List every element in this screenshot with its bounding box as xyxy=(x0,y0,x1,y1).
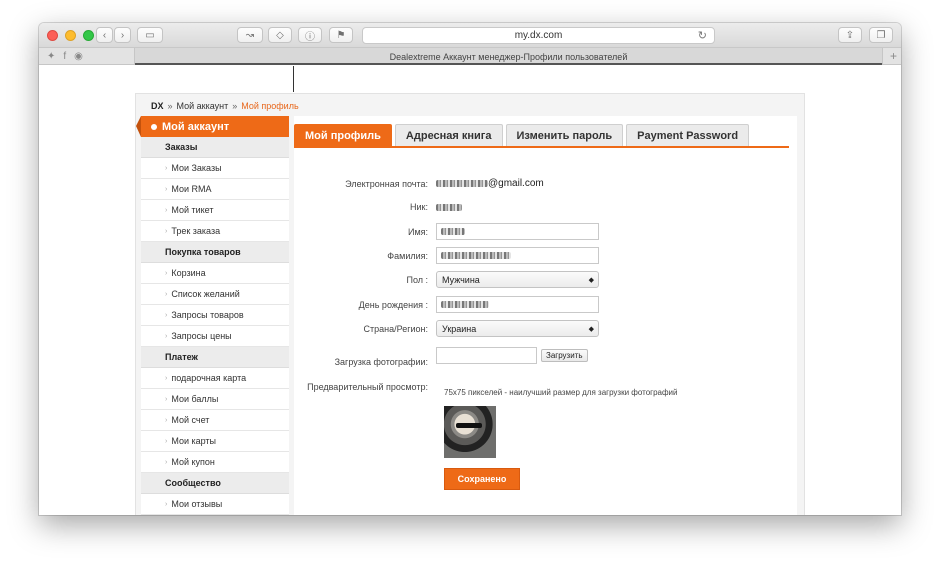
sidebar-item-reviews[interactable]: › Мои отзывы xyxy=(141,494,289,515)
pin-icon[interactable]: ⚑ xyxy=(329,27,353,43)
country-row: Страна/Регион: Украина ◆ xyxy=(294,320,599,337)
tabs-overview-icon[interactable]: ❐ xyxy=(869,27,893,43)
breadcrumb-current: Мой профиль xyxy=(241,101,299,111)
back-icon[interactable]: ‹ xyxy=(96,27,113,43)
account-sidebar: Мой аккаунт Заказы › Мои Заказы › Мои RMA … xyxy=(136,116,289,515)
sidebar-item-my-orders[interactable]: › Мои Заказы xyxy=(141,158,289,179)
sidebar-item-cards[interactable]: › Мои карты xyxy=(141,431,289,452)
nick-label: Ник: xyxy=(410,202,428,212)
upload-file-input[interactable] xyxy=(436,346,537,364)
name-row: Имя: xyxy=(294,223,599,240)
gender-row: Пол : Мужчина ◆ xyxy=(294,271,599,288)
preview-label: Предварительный просмотр: xyxy=(307,382,428,392)
sidebar-title: Мой аккаунт xyxy=(136,116,289,137)
reload-icon[interactable]: ↻ xyxy=(698,29,707,42)
save-button[interactable]: Сохранено xyxy=(444,468,520,490)
address-bar[interactable]: my.dx.com ↻ xyxy=(362,27,715,44)
tab-payment-password[interactable]: Payment Password xyxy=(626,124,750,146)
browser-tab[interactable]: Dealextreme Аккаунт менеджер-Профили пол… xyxy=(134,48,883,65)
tab-address-book[interactable]: Адресная книга xyxy=(394,124,503,146)
birthday-input[interactable] xyxy=(436,296,599,313)
sidebar-item-rma[interactable]: › Мои RMA xyxy=(141,179,289,200)
url-text: my.dx.com xyxy=(514,30,563,41)
upload-row: Загрузка фотографии: Загрузить xyxy=(294,343,588,367)
preview-row: Предварительный просмотр: xyxy=(294,382,436,392)
email-row: Электронная почта: @gmail.com xyxy=(294,178,544,189)
birthday-row: День рождения : xyxy=(294,296,599,313)
surname-label: Фамилия: xyxy=(387,250,428,261)
birthday-label: День рождения : xyxy=(358,299,428,310)
maximize-window-button[interactable] xyxy=(83,29,94,41)
info-icon[interactable]: ⓘ xyxy=(298,27,322,43)
email-label: Электронная почта: xyxy=(345,178,428,189)
shield-icon[interactable]: ◇ xyxy=(268,27,292,43)
avatar-preview xyxy=(444,406,496,458)
select-caret-icon: ◆ xyxy=(588,276,594,284)
gender-select[interactable]: Мужчина ◆ xyxy=(436,271,599,288)
breadcrumb-root[interactable]: DX xyxy=(151,101,164,111)
name-label: Имя: xyxy=(407,226,428,237)
upload-hint: 75x75 пикселей - наилучший размер для за… xyxy=(444,388,678,397)
new-tab-icon[interactable]: + xyxy=(890,49,897,63)
gender-label: Пол : xyxy=(406,274,428,285)
upload-label: Загрузка фотографии: xyxy=(334,357,428,367)
sidebar-item-price-requests[interactable]: › Запросы цены xyxy=(141,326,289,347)
sidebar-item-product-requests[interactable]: › Запросы товаров xyxy=(141,305,289,326)
favorites-bar: ✦ f ◉ Dealextreme Аккаунт менеджер-Профи… xyxy=(39,48,901,65)
upload-button[interactable]: Загрузить xyxy=(541,348,588,362)
surname-input[interactable] xyxy=(436,247,599,264)
sidebar-item-points[interactable]: › Мои баллы xyxy=(141,389,289,410)
country-label: Страна/Регион: xyxy=(363,323,428,334)
minimize-window-button[interactable] xyxy=(65,29,76,41)
page-content: DX» Мой аккаунт» Мой профиль Мой аккаунт З… xyxy=(39,66,901,515)
sidebar-group-shopping: Покупка товаров xyxy=(141,242,289,263)
nick-row: Ник: xyxy=(294,202,462,212)
tab-title: Dealextreme Аккаунт менеджер-Профили пол… xyxy=(389,51,628,62)
sidebar-group-orders: Заказы xyxy=(141,137,289,158)
browser-window: ‹ › ▭ ↝ ◇ ⓘ ⚑ my.dx.com ↻ ⇪ ❐ ✦ f ◉ Deal… xyxy=(39,23,901,515)
email-value: @gmail.com xyxy=(488,178,544,189)
sidebar-toggle-icon[interactable]: ▭ xyxy=(137,27,163,43)
sidebar-item-gift-card[interactable]: › подарочная карта xyxy=(141,368,289,389)
browser-toolbar: ‹ › ▭ ↝ ◇ ⓘ ⚑ my.dx.com ↻ ⇪ ❐ xyxy=(39,23,901,48)
sidebar-group-community: Сообщество xyxy=(141,473,289,494)
sidebar-item-wishlist[interactable]: › Список желаний xyxy=(141,284,289,305)
extension-icon[interactable]: ↝ xyxy=(237,27,263,43)
close-window-button[interactable] xyxy=(47,29,58,41)
surname-row: Фамилия: xyxy=(294,247,599,264)
account-page: DX» Мой аккаунт» Мой профиль Мой аккаунт З… xyxy=(135,93,805,515)
tab-change-password[interactable]: Изменить пароль xyxy=(505,124,624,146)
sidebar-item-ticket[interactable]: › Мой тикет xyxy=(141,200,289,221)
profile-tabs: Мой профиль Адресная книга Изменить паро… xyxy=(294,124,750,146)
sidebar-item-coupon[interactable]: › Мой купон xyxy=(141,452,289,473)
share-icon[interactable]: ⇪ xyxy=(838,27,862,43)
breadcrumb: DX» Мой аккаунт» Мой профиль xyxy=(151,101,299,111)
select-caret-icon: ◆ xyxy=(588,325,594,333)
breadcrumb-account[interactable]: Мой аккаунт xyxy=(177,101,229,111)
messenger-icon[interactable]: ◉ xyxy=(74,51,83,62)
window-controls xyxy=(47,29,94,41)
nick-redacted xyxy=(436,203,462,211)
sidebar-item-cart[interactable]: › Корзина xyxy=(141,263,289,284)
sidebar-item-account[interactable]: › Мой счет xyxy=(141,410,289,431)
facebook-icon[interactable]: f xyxy=(63,51,66,62)
tab-my-profile[interactable]: Мой профиль xyxy=(294,124,392,146)
email-redacted xyxy=(436,180,488,187)
tab-underline xyxy=(294,146,789,148)
sidebar-item-track-order[interactable]: › Трек заказа xyxy=(141,221,289,242)
sidebar-group-payment: Платеж xyxy=(141,347,289,368)
name-input[interactable] xyxy=(436,223,599,240)
divider xyxy=(293,66,294,92)
forward-icon[interactable]: › xyxy=(114,27,131,43)
bullet-icon xyxy=(151,123,157,130)
profile-panel: Мой профиль Адресная книга Изменить паро… xyxy=(294,116,797,515)
twitter-icon[interactable]: ✦ xyxy=(47,51,55,62)
country-select[interactable]: Украина ◆ xyxy=(436,320,599,337)
